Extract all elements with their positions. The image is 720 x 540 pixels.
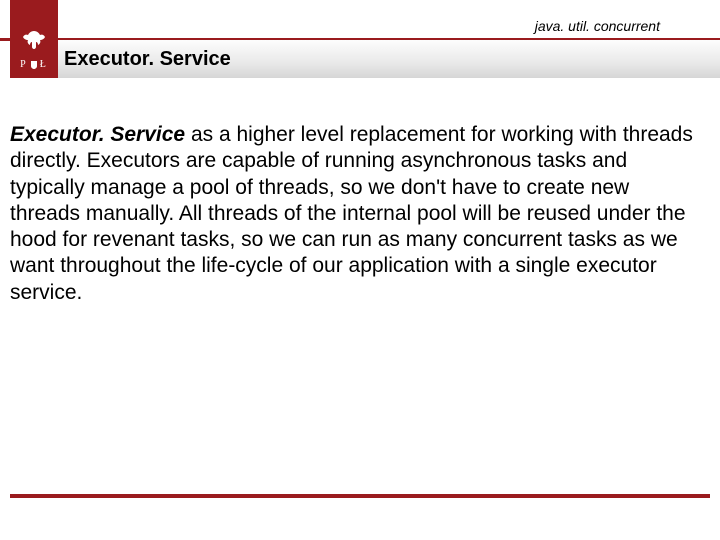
bottom-divider	[10, 494, 710, 498]
crest-icon	[30, 60, 38, 70]
university-logo: P Ł	[10, 0, 58, 78]
body-paragraph: Executor. Service as a higher level repl…	[10, 122, 700, 306]
title-bar: Executor. Service	[58, 40, 720, 78]
slide-title: Executor. Service	[64, 48, 231, 71]
logo-letters: P Ł	[20, 59, 48, 70]
logo-letter-right: Ł	[40, 59, 48, 70]
logo-letter-left: P	[20, 59, 28, 70]
body-rest: as a higher level replacement for workin…	[10, 123, 693, 304]
body-lead: Executor. Service	[10, 123, 185, 146]
slide: java. util. concurrent P Ł Executor. Ser…	[0, 0, 720, 540]
package-label: java. util. concurrent	[535, 18, 660, 34]
eagle-icon	[21, 29, 47, 51]
